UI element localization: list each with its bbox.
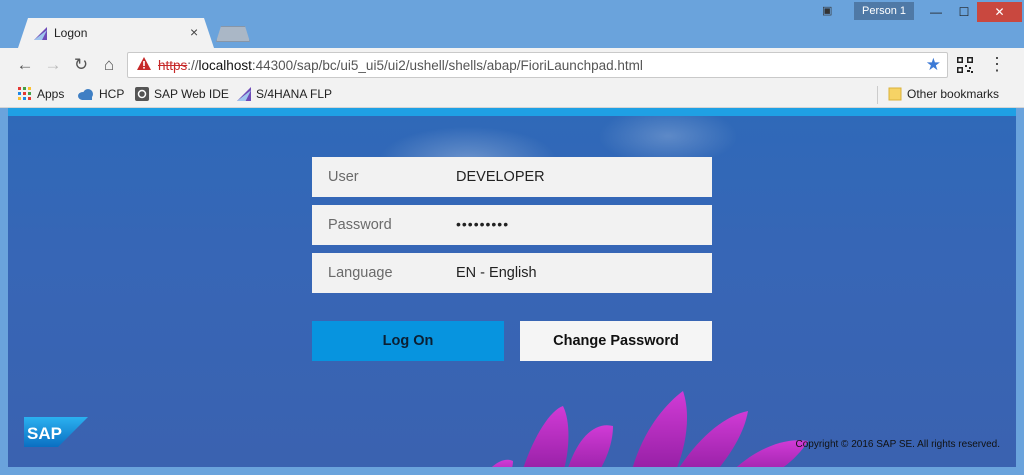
url-separator: :// (187, 58, 199, 73)
window-frame-bottom (0, 467, 1024, 475)
sap-logo: SAP (24, 417, 88, 447)
copyright-text: Copyright © 2016 SAP SE. All rights rese… (795, 439, 1000, 450)
bookmarks-divider (877, 86, 878, 104)
folder-icon (888, 87, 902, 101)
url-path: :44300/sap/bc/ui5_ui5/ui2/ushell/shells/… (251, 58, 643, 73)
home-icon[interactable]: ⌂ (98, 54, 120, 76)
other-bookmarks[interactable]: Other bookmarks (888, 87, 999, 103)
tab-close-icon[interactable]: × (190, 24, 198, 40)
url-text[interactable]: https://localhost:44300/sap/bc/ui5_ui5/u… (158, 58, 643, 73)
profile-button[interactable]: Person 1 (854, 2, 914, 20)
forward-icon[interactable]: → (42, 54, 64, 76)
apps-grid-icon (18, 87, 31, 100)
url-host: localhost (198, 58, 252, 73)
tab-title: Logon (54, 26, 88, 40)
bookmarks-bar: Apps HCP SAP Web IDE S/4HANA FLP Other b… (0, 82, 1024, 108)
bookmark-label: S/4HANA FLP (256, 87, 333, 101)
url-scheme: https (158, 58, 188, 73)
fiori-icon (237, 87, 251, 101)
bookmark-s4hana-flp[interactable]: S/4HANA FLP (237, 87, 332, 103)
bookmark-apps[interactable]: Apps (18, 87, 64, 103)
new-tab-button[interactable] (216, 26, 250, 42)
password-input[interactable]: ••••••••• (456, 216, 509, 232)
flower-image (492, 391, 808, 467)
fiori-icon (34, 27, 47, 40)
password-label: Password (328, 217, 392, 233)
language-label: Language (328, 265, 393, 281)
address-bar[interactable]: https://localhost:44300/sap/bc/ui5_ui5/u… (127, 52, 948, 78)
window-titlebar: Logon × ▣ Person 1 — ☐ ✕ (0, 0, 1024, 48)
logon-page: User DEVELOPER Password ••••••••• Langua… (8, 108, 1016, 467)
password-field[interactable]: Password ••••••••• (312, 205, 712, 245)
log-on-button[interactable]: Log On (312, 321, 504, 361)
qr-code-icon[interactable] (957, 57, 973, 73)
user-field[interactable]: User DEVELOPER (312, 157, 712, 197)
browser-menu-icon[interactable]: ⋮ (988, 54, 1006, 74)
warning-icon[interactable] (137, 57, 151, 71)
user-label: User (328, 169, 359, 185)
bookmark-label: HCP (99, 87, 125, 101)
window-frame-right (1016, 108, 1024, 475)
maximize-button[interactable]: ☐ (950, 2, 978, 22)
bookmark-label: SAP Web IDE (154, 87, 229, 101)
browser-tab-logon[interactable]: Logon × (18, 18, 214, 48)
bookmark-hcp[interactable]: HCP (78, 87, 124, 103)
minimize-button[interactable]: — (922, 2, 950, 22)
web-ide-icon (135, 87, 149, 101)
bookmark-star-icon[interactable]: ★ (926, 55, 941, 75)
sap-logo-text: SAP (27, 424, 62, 443)
language-select[interactable]: EN - English (456, 265, 537, 281)
bookmark-sap-web-ide[interactable]: SAP Web IDE (135, 87, 229, 103)
window-frame-left (0, 108, 8, 475)
bookmark-label: Apps (37, 87, 65, 101)
browser-toolbar: ← → ↻ ⌂ https://localhost:44300/sap/bc/u… (0, 48, 1024, 82)
reload-icon[interactable]: ↻ (70, 54, 92, 76)
close-window-button[interactable]: ✕ (977, 2, 1022, 22)
user-input[interactable]: DEVELOPER (456, 169, 545, 185)
cloud-icon (78, 89, 93, 100)
profile-switch-icon[interactable]: ▣ (822, 4, 836, 18)
other-bookmarks-label: Other bookmarks (907, 87, 1000, 101)
change-password-button[interactable]: Change Password (520, 321, 712, 361)
back-icon[interactable]: ← (14, 54, 36, 76)
language-field[interactable]: Language EN - English (312, 253, 712, 293)
